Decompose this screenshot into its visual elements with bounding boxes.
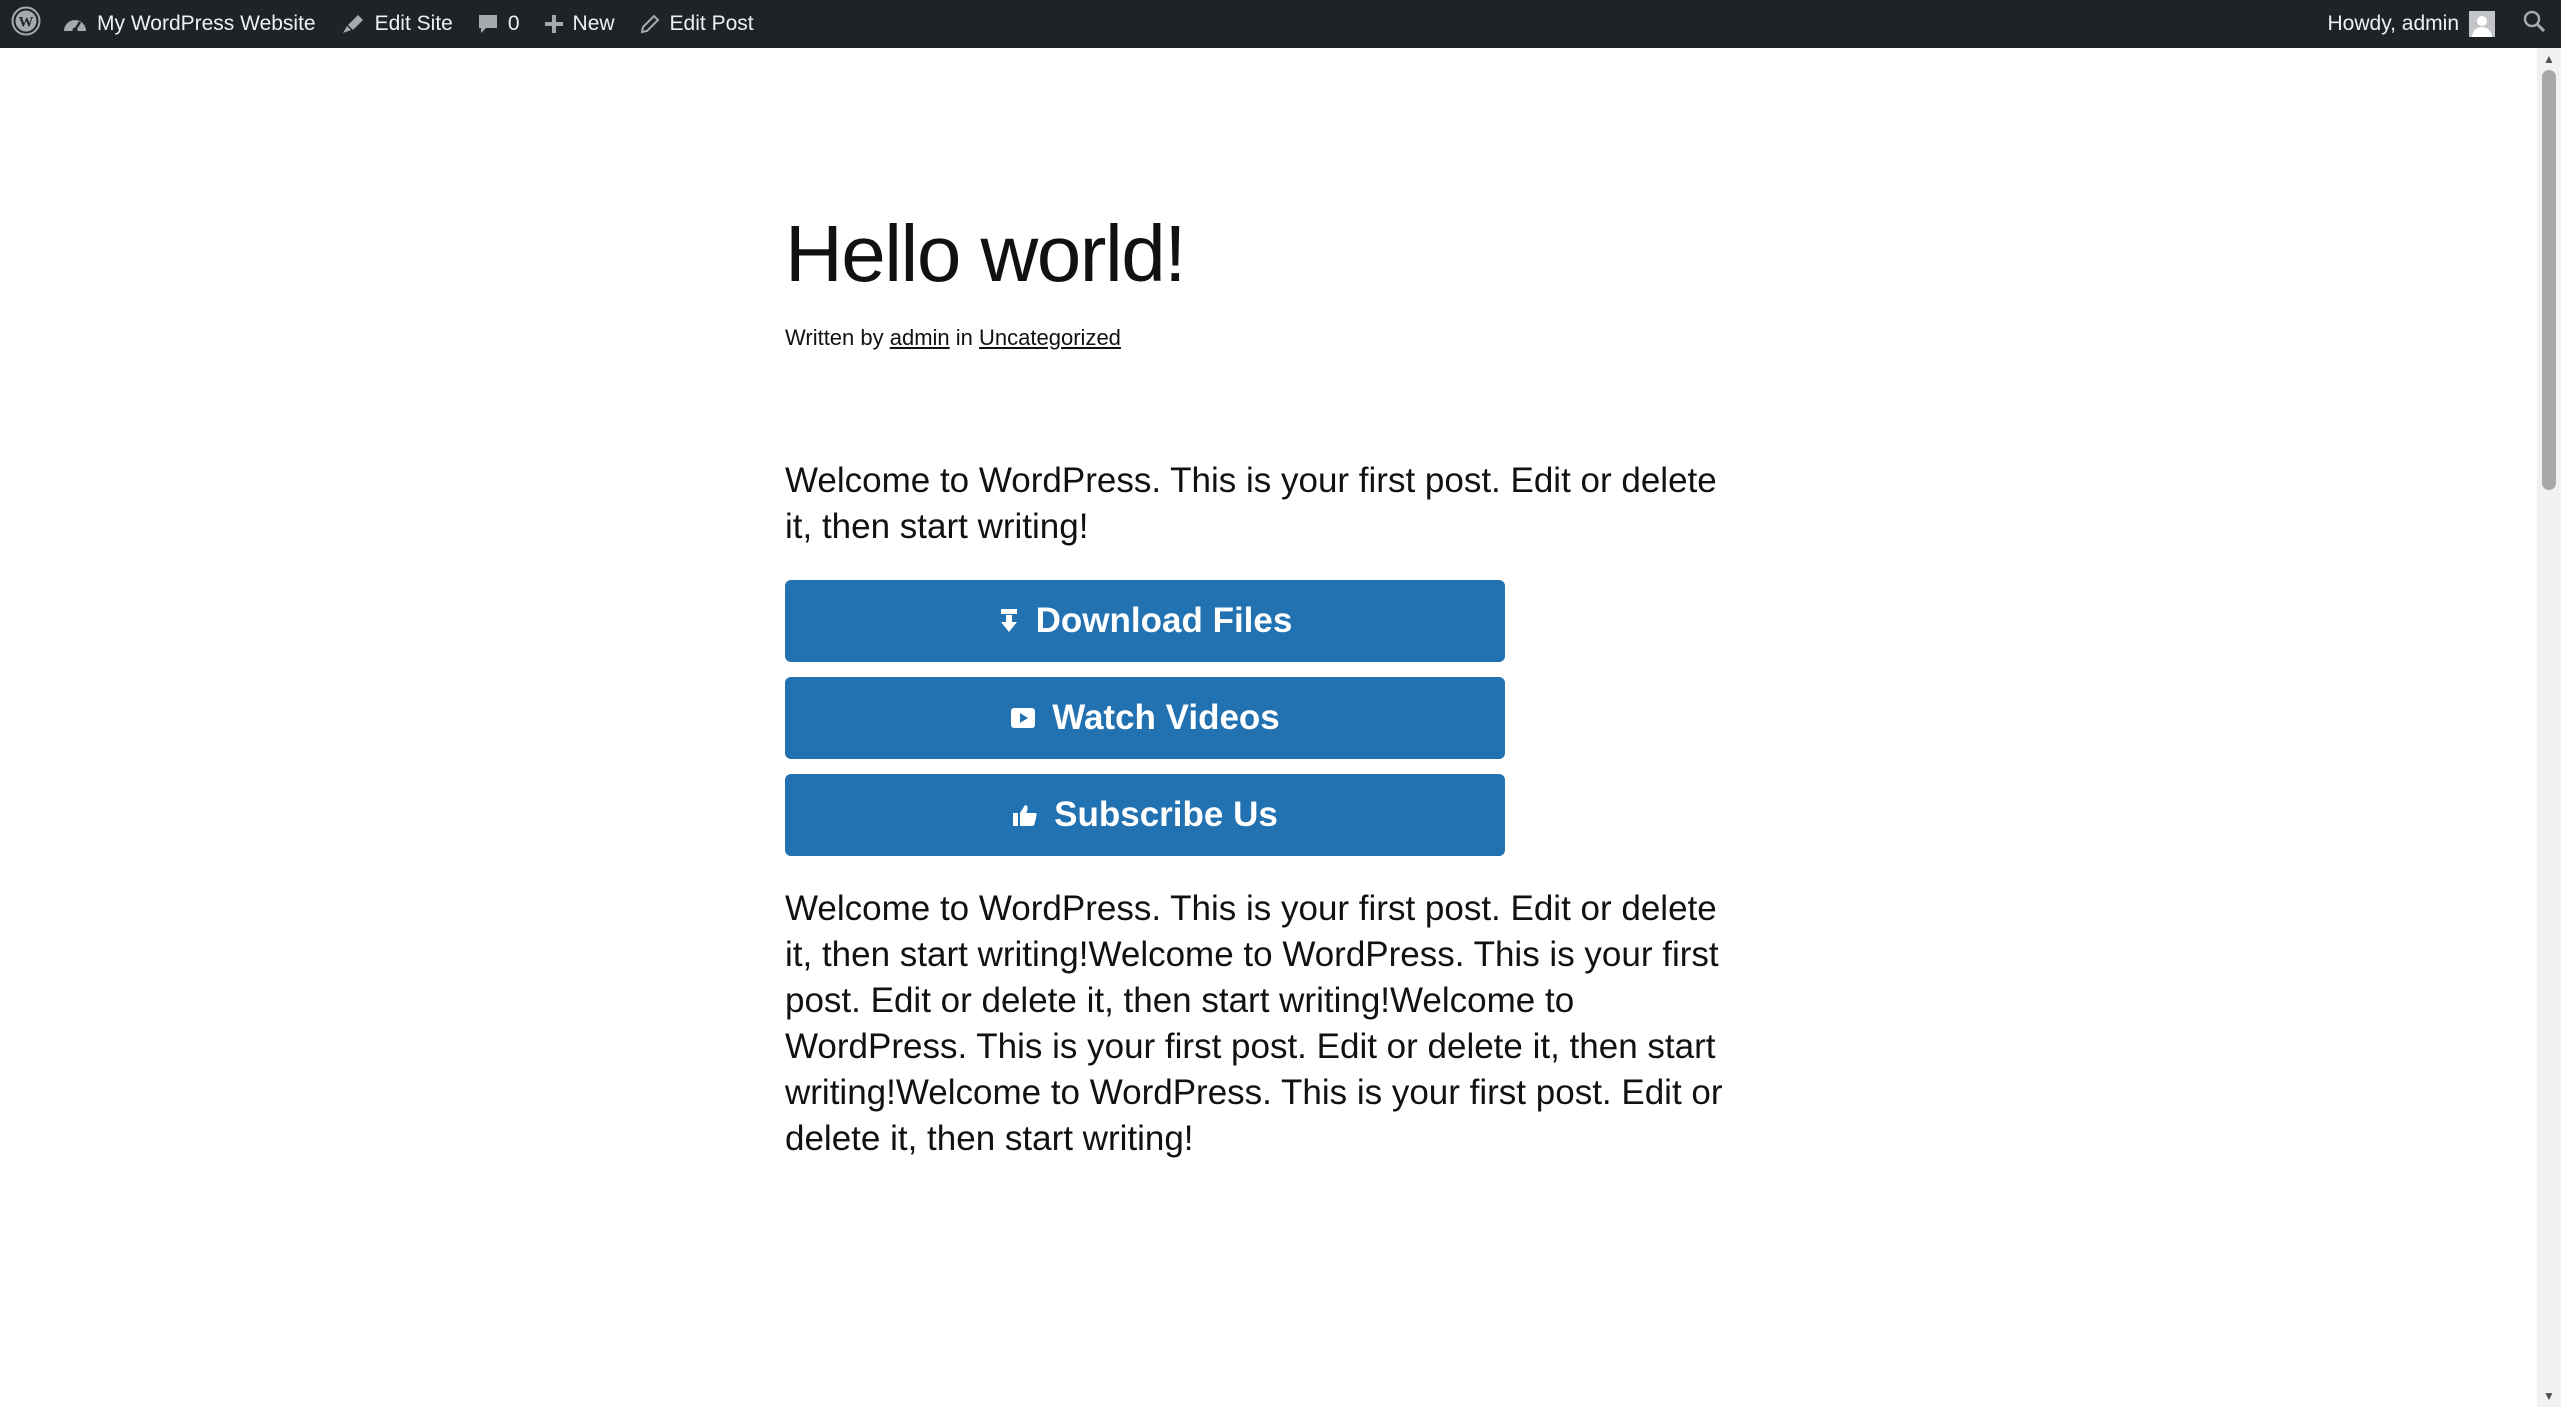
wordpress-logo-menu[interactable]: W [2,0,50,48]
comment-icon [477,13,499,35]
admin-bar: W My WordPress Website Edit Site 0 New E… [0,0,2561,48]
site-name-label: My WordPress Website [97,12,316,35]
dashboard-icon [62,13,88,35]
subscribe-us-button[interactable]: Subscribe Us [785,774,1505,856]
pencil-icon [639,13,661,35]
post-intro-paragraph: Welcome to WordPress. This is your first… [785,461,1717,546]
greeting-label: Howdy, admin [2327,12,2460,35]
new-content-menu[interactable]: New [532,0,627,48]
edit-site-link[interactable]: Edit Site [328,0,465,48]
meta-prefix: Written by [785,325,884,350]
my-account-menu[interactable]: Howdy, admin [2316,0,2508,48]
site-name-menu[interactable]: My WordPress Website [50,0,328,48]
new-label: New [572,12,615,35]
thumbs-up-icon [1012,803,1038,827]
subscribe-us-label: Subscribe Us [1054,795,1278,834]
brush-icon [340,12,366,36]
post-title: Hello world! [785,209,1186,298]
post-meta: Written by admin in Uncategorized [785,325,1121,351]
page-scrollbar[interactable]: ▲ ▼ [2537,48,2561,1407]
search-icon [2522,9,2546,39]
admin-bar-left: W My WordPress Website Edit Site 0 New E… [0,0,766,48]
edit-post-label: Edit Post [669,12,754,35]
category-link[interactable]: Uncategorized [979,325,1121,350]
wordpress-logo-icon: W [11,6,41,42]
download-icon [998,608,1020,634]
comments-count: 0 [507,12,520,35]
watch-videos-label: Watch Videos [1052,698,1280,737]
admin-bar-right: Howdy, admin [2316,0,2561,48]
edit-site-label: Edit Site [374,12,453,35]
video-icon [1010,706,1036,730]
watch-videos-button[interactable]: Watch Videos [785,677,1505,759]
avatar [2469,11,2495,37]
plus-icon [544,14,564,34]
scrollbar-thumb[interactable] [2542,70,2556,490]
search-toggle[interactable] [2507,0,2561,48]
download-files-label: Download Files [1035,601,1293,640]
post-body-paragraph: Welcome to WordPress. This is your first… [785,889,1723,1158]
comments-link[interactable]: 0 [465,0,532,48]
scroll-up-arrow-icon[interactable]: ▲ [2537,48,2561,70]
download-files-button[interactable]: Download Files [785,580,1505,662]
author-link[interactable]: admin [890,325,950,350]
meta-in: in [955,325,973,350]
scroll-down-arrow-icon[interactable]: ▼ [2537,1385,2561,1407]
svg-text:W: W [19,15,34,31]
edit-post-link[interactable]: Edit Post [627,0,766,48]
